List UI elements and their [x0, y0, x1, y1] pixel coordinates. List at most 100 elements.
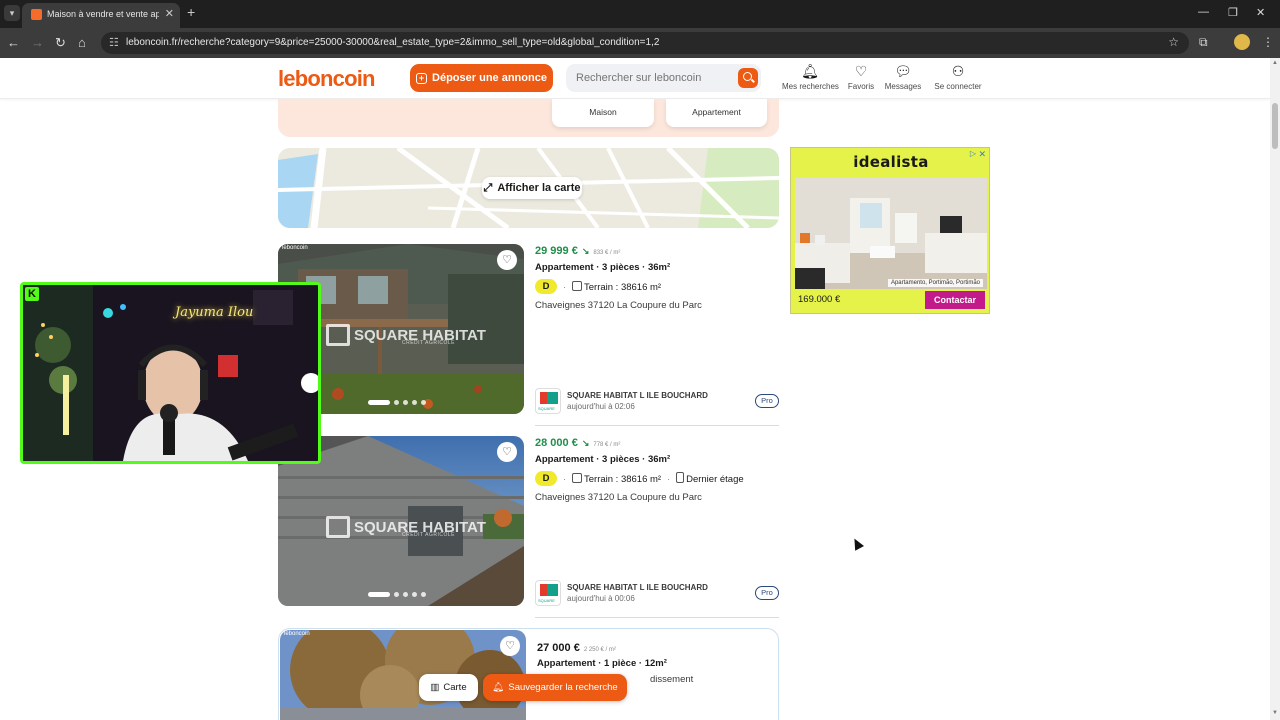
minimize-icon[interactable]: — [1198, 6, 1209, 18]
search-input[interactable]: Rechercher sur leboncoin [566, 64, 761, 92]
map-preview[interactable]: ⤢ Afficher la carte [278, 148, 779, 228]
land-attribute: Terrain : 38616 m² [572, 472, 661, 485]
listing-title[interactable]: Appartement · 1 pièce · 12m² [537, 658, 667, 669]
window-close-icon[interactable]: ✕ [1256, 6, 1265, 19]
land-attribute: Terrain : 38616 m² [572, 280, 662, 293]
listing-title[interactable]: Appartement · 3 pièces · 36m² [535, 262, 670, 273]
post-ad-label: Déposer une annonce [432, 72, 547, 84]
seller-logo-text: SQUARE [538, 406, 555, 411]
tab-search-icon[interactable]: ▾ [4, 5, 20, 21]
url-text[interactable]: leboncoin.fr/recherche?category=9&price=… [126, 37, 659, 48]
carousel-dot[interactable] [412, 400, 417, 405]
forward-icon[interactable]: → [31, 35, 44, 50]
show-map-button[interactable]: ⤢ Afficher la carte [482, 177, 582, 199]
carousel-dot[interactable] [421, 400, 426, 405]
favorite-heart-icon[interactable]: ♡ [497, 250, 517, 270]
map-toggle-button[interactable]: ▥ Carte [419, 674, 478, 701]
nav-favorites[interactable]: ♡ Favoris [846, 63, 876, 91]
land-icon [572, 472, 582, 483]
category-label: Maison [589, 107, 617, 117]
listing-price: 27 000 € [537, 642, 580, 654]
floor-text: Dernier étage [686, 474, 744, 485]
carousel-dot[interactable] [403, 400, 408, 405]
page-scrollbar[interactable]: ▲ ▼ [1270, 58, 1280, 720]
adchoices-icon[interactable]: ▷ [970, 149, 976, 158]
energy-class-badge: D [535, 279, 557, 294]
price-per-m2: 833 € / m² [593, 250, 621, 256]
kick-logo-icon: K [25, 287, 39, 301]
ad-price: 169.000 € [798, 294, 841, 305]
ad-contact-button[interactable]: Contactar [925, 291, 985, 309]
energy-class-badge: D [535, 471, 557, 486]
address-bar[interactable]: ☷ leboncoin.fr/recherche?category=9&pric… [101, 32, 1189, 54]
reload-icon[interactable]: ↻ [55, 35, 66, 51]
listing-card[interactable]: SQUARE HABITAT CRÉDIT AGRICOLE ♡ 28 000 … [278, 436, 779, 618]
bell-icon: 🔔︎ [492, 682, 505, 693]
nav-label: Mes recherches [782, 82, 839, 91]
leboncoin-logo[interactable]: leboncoin [278, 66, 376, 92]
bookmark-star-icon[interactable]: ☆ [1168, 35, 1179, 49]
new-tab-icon[interactable]: + [187, 4, 195, 20]
posted-time: aujourd'hui à 02:06 [567, 402, 635, 411]
listing-title[interactable]: Appartement · 3 pièces · 36m² [535, 454, 670, 465]
ad-caption: Apartamento, Portimão, Portimão [887, 279, 983, 287]
streamer-webcam-overlay: K Jayuma Ilou [20, 282, 321, 464]
expand-icon: ⤢ [483, 181, 493, 194]
search-icon[interactable] [738, 68, 758, 88]
seller-info: SQUARE SQUARE HABITAT L ILE BOUCHARD auj… [535, 388, 779, 414]
browser-tab[interactable]: Maison à vendre et vente appa ✕ [22, 3, 180, 28]
home-icon[interactable]: ⌂ [78, 35, 86, 50]
land-text: Terrain : 38616 m² [584, 281, 662, 293]
site-info-icon[interactable]: ☷ [109, 36, 119, 49]
tab-title: Maison à vendre et vente appa [47, 9, 159, 19]
category-card-maison[interactable]: Maison [552, 99, 654, 127]
favorite-heart-icon[interactable]: ♡ [500, 636, 520, 656]
browser-menu-icon[interactable]: ⋮ [1262, 35, 1274, 49]
carousel-dot[interactable] [394, 592, 399, 597]
nav-my-searches[interactable]: 🔔︎ Mes recherches [782, 63, 839, 91]
ad-close-icon[interactable]: ✕ [978, 149, 986, 160]
nav-messages[interactable]: 💬︎ Messages [884, 63, 922, 91]
nav-login[interactable]: ⚇ Se connecter [934, 63, 982, 91]
carousel-dot[interactable] [394, 400, 399, 405]
category-card-appartement[interactable]: Appartement [666, 99, 767, 127]
price-per-m2: 2 250 € / m² [583, 647, 616, 653]
photo-carousel-dots[interactable] [368, 592, 426, 597]
listing-card[interactable]: leboncoin SQUARE HABITAT CRÉDIT AGRICOLE… [278, 244, 779, 426]
photo-carousel-dots[interactable] [368, 400, 426, 405]
neon-sign-text: Jayuma Ilou [175, 305, 254, 320]
seller-info: SQUARE SQUARE HABITAT L ILE BOUCHARD auj… [535, 580, 779, 606]
room-photo-illustration [795, 178, 987, 289]
pro-badge: Pro [755, 586, 779, 600]
scroll-up-icon[interactable]: ▲ [1272, 60, 1278, 66]
floor-attribute: Dernier étage [676, 472, 744, 485]
favorite-heart-icon[interactable]: ♡ [497, 442, 517, 462]
carousel-dot[interactable] [403, 592, 408, 597]
favicon-icon [31, 9, 42, 20]
ad-photo[interactable]: Apartamento, Portimão, Portimão [795, 178, 987, 289]
carousel-dot[interactable] [412, 592, 417, 597]
carousel-dot[interactable] [421, 592, 426, 597]
idealista-ad[interactable]: idealista ▷ ✕ Apartamento, Portimão, Por… [790, 147, 990, 314]
browser-tab-bar: ▾ Maison à vendre et vente appa ✕ + — ❐ … [0, 0, 1280, 28]
back-icon[interactable]: ← [7, 35, 20, 50]
seller-name: SQUARE HABITAT L ILE BOUCHARD [567, 391, 708, 400]
carousel-dot[interactable] [368, 592, 390, 597]
price-row: 28 000 € ↘ 778 € / m² [535, 437, 620, 449]
scroll-down-icon[interactable]: ▼ [1272, 710, 1278, 716]
restore-icon[interactable]: ❐ [1228, 6, 1238, 19]
tab-close-icon[interactable]: ✕ [165, 7, 174, 20]
photo-source-label: leboncoin [284, 631, 310, 637]
listing-attributes: D · Terrain : 38616 m² [535, 279, 661, 294]
user-icon: ⚇ [951, 63, 965, 79]
nav-label: Se connecter [934, 82, 982, 91]
carousel-dot[interactable] [368, 400, 390, 405]
land-icon [572, 280, 582, 291]
photo-source-label: leboncoin [282, 245, 308, 251]
post-ad-button[interactable]: + Déposer une annonce [410, 64, 553, 92]
scroll-thumb[interactable] [1272, 103, 1278, 149]
profile-avatar[interactable] [1234, 34, 1250, 50]
save-search-button[interactable]: 🔔︎ Sauvegarder la recherche [483, 674, 627, 701]
separator: · [563, 473, 566, 484]
extensions-icon[interactable]: ⧉ [1199, 35, 1208, 50]
